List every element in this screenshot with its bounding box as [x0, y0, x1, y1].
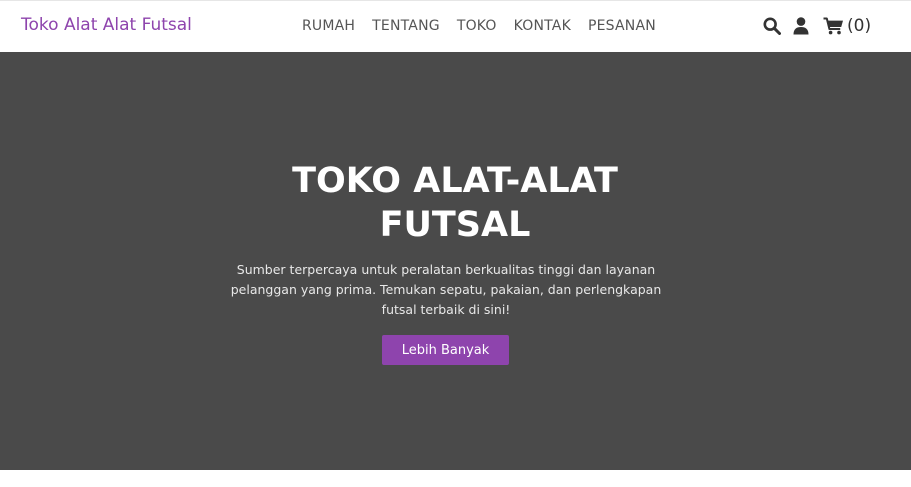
hero-description: Sumber terpercaya untuk peralatan berkua…	[230, 262, 662, 317]
nav-item-tentang[interactable]: TENTANG	[372, 18, 440, 34]
nav-item-kontak[interactable]: KONTAK	[514, 18, 571, 34]
hero-section: TOKO ALAT-ALAT FUTSAL Sumber terpercaya …	[0, 52, 911, 470]
navbar: Toko Alat Alat Futsal RUMAH TENTANG TOKO…	[0, 0, 911, 52]
nav-item-toko[interactable]: TOKO	[457, 18, 497, 34]
hero-title: TOKO ALAT-ALAT FUTSAL	[292, 161, 618, 245]
brand-logo[interactable]: Toko Alat Alat Futsal	[21, 15, 192, 35]
cart-count[interactable]: (0)	[847, 16, 871, 36]
user-icon[interactable]	[792, 16, 810, 36]
main-nav: RUMAH TENTANG TOKO KONTAK PESANAN	[302, 18, 656, 34]
learn-more-button[interactable]: Lebih Banyak	[382, 335, 509, 365]
search-icon[interactable]	[762, 16, 782, 36]
cart-icon[interactable]	[822, 16, 844, 36]
nav-item-rumah[interactable]: RUMAH	[302, 18, 355, 34]
hero-content: TOKO ALAT-ALAT FUTSAL Sumber terpercaya …	[0, 52, 911, 470]
header-actions: (0)	[762, 14, 871, 38]
nav-item-pesanan[interactable]: PESANAN	[588, 18, 656, 34]
